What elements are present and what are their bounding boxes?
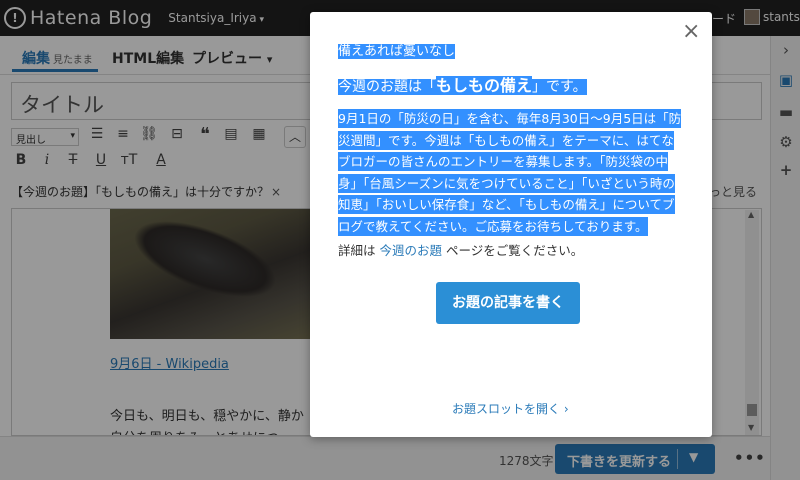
heading-pre: 今週のお題は「: [338, 79, 436, 95]
close-icon[interactable]: ×: [682, 21, 700, 43]
modal-description-text: 9月1日の「防災の日」を含む、毎年8月30日〜9月5日は「防災週間」です。今週は…: [338, 109, 682, 236]
weekly-topic-link[interactable]: 今週のお題: [379, 243, 442, 258]
detail-post: ページをご覧ください。: [442, 243, 584, 258]
modal-subtitle-text: 備えあれば憂いなし: [338, 44, 456, 59]
modal-description: 9月1日の「防災の日」を含む、毎年8月30日〜9月5日は「防災週間」です。今週は…: [338, 108, 686, 237]
write-topic-article-button[interactable]: お題の記事を書く: [436, 282, 580, 324]
detail-pre: 詳細は: [338, 243, 380, 258]
heading-post: 」です。: [532, 79, 587, 95]
modal-detail: 詳細は 今週のお題 ページをご覧ください。: [338, 240, 583, 259]
open-topic-slot-link[interactable]: お題スロットを開く ›: [452, 400, 569, 417]
modal-heading: 今週のお題は「もしもの備え」です。: [338, 72, 587, 96]
heading-topic: もしもの備え: [436, 76, 533, 95]
weekly-topic-modal: × 備えあれば憂いなし 今週のお題は「もしもの備え」です。 9月1日の「防災の日…: [310, 12, 712, 437]
modal-subtitle: 備えあれば憂いなし: [338, 40, 456, 59]
